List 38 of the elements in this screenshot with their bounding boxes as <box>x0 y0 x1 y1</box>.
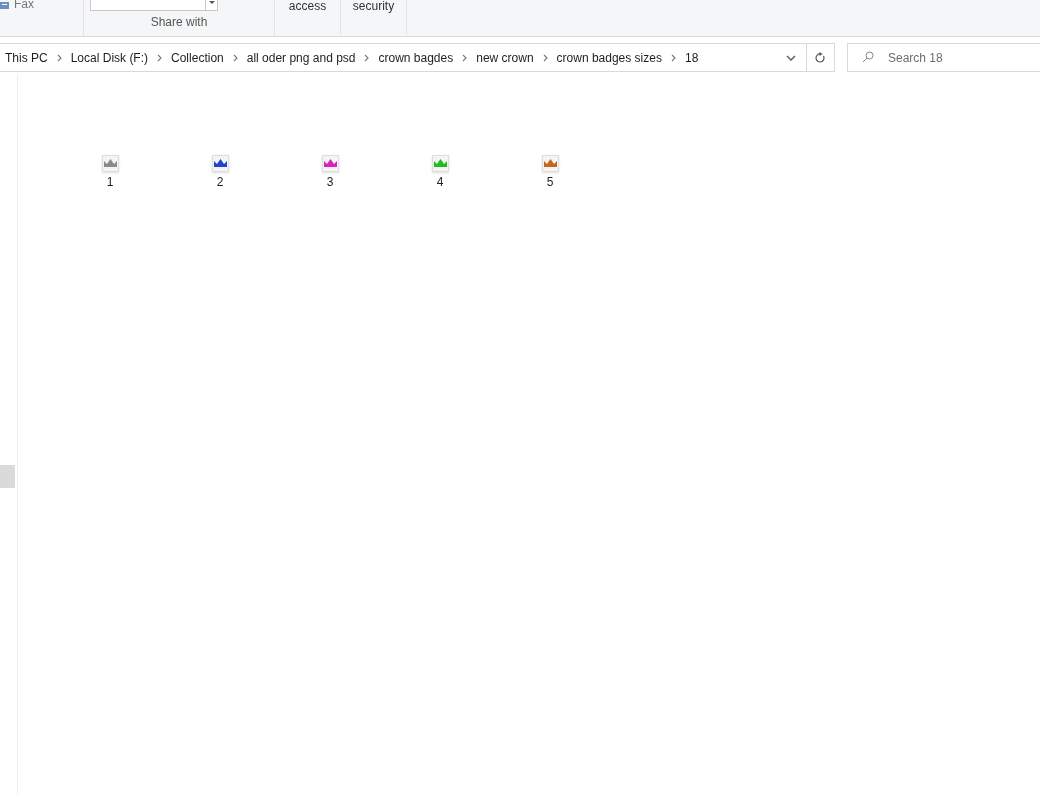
thumbnail[interactable] <box>321 155 339 172</box>
breadcrumb[interactable]: 18 <box>684 48 699 67</box>
chevron-right-icon[interactable] <box>232 53 238 62</box>
search-field[interactable]: Search 18 <box>847 43 1040 72</box>
thumbnail[interactable] <box>101 155 119 172</box>
caret-icon <box>208 1 215 5</box>
access-button[interactable]: access <box>275 0 341 35</box>
file-name[interactable]: 4 <box>436 173 444 191</box>
file-name[interactable]: 5 <box>546 173 554 191</box>
chevron-down-icon[interactable] <box>786 54 796 61</box>
breadcrumb[interactable]: Collection <box>171 48 224 67</box>
chevron-right-icon[interactable] <box>542 53 548 62</box>
breadcrumb[interactable]: Local Disk (F:) <box>70 48 149 67</box>
fax-button[interactable]: Fax <box>14 0 34 11</box>
chevron-right-icon[interactable] <box>462 53 468 62</box>
file-name[interactable]: 3 <box>326 173 334 191</box>
share-dropdown-field[interactable] <box>90 0 206 11</box>
breadcrumb[interactable]: crown bagdes <box>378 48 454 67</box>
thumbnail[interactable] <box>211 155 229 172</box>
thumbnail[interactable] <box>541 155 559 172</box>
breadcrumb[interactable]: all oder png and psd <box>246 48 356 67</box>
chevron-right-icon[interactable] <box>364 53 370 62</box>
refresh-icon <box>815 51 826 64</box>
breadcrumb[interactable]: This PC <box>5 48 48 67</box>
security-button[interactable]: security <box>341 0 407 35</box>
group-label: Share with <box>150 15 208 29</box>
chevron-right-icon[interactable] <box>670 53 676 62</box>
breadcrumb[interactable]: new crown <box>476 48 534 67</box>
address-bar[interactable]: This PC Local Disk (F:) Collection all oder png and psd crown bagdes new crown crown badges sizes 18 <box>0 43 835 72</box>
dropdown-button[interactable] <box>206 0 218 11</box>
file-name[interactable]: 1 <box>106 173 114 191</box>
search-icon <box>862 51 874 63</box>
chevron-right-icon[interactable] <box>56 53 62 62</box>
scrollbar-thumb[interactable] <box>0 465 15 488</box>
chevron-right-icon[interactable] <box>157 53 163 62</box>
file-name[interactable]: 2 <box>216 173 224 191</box>
breadcrumb[interactable]: crown badges sizes <box>556 48 662 67</box>
thumbnail[interactable] <box>431 155 449 172</box>
